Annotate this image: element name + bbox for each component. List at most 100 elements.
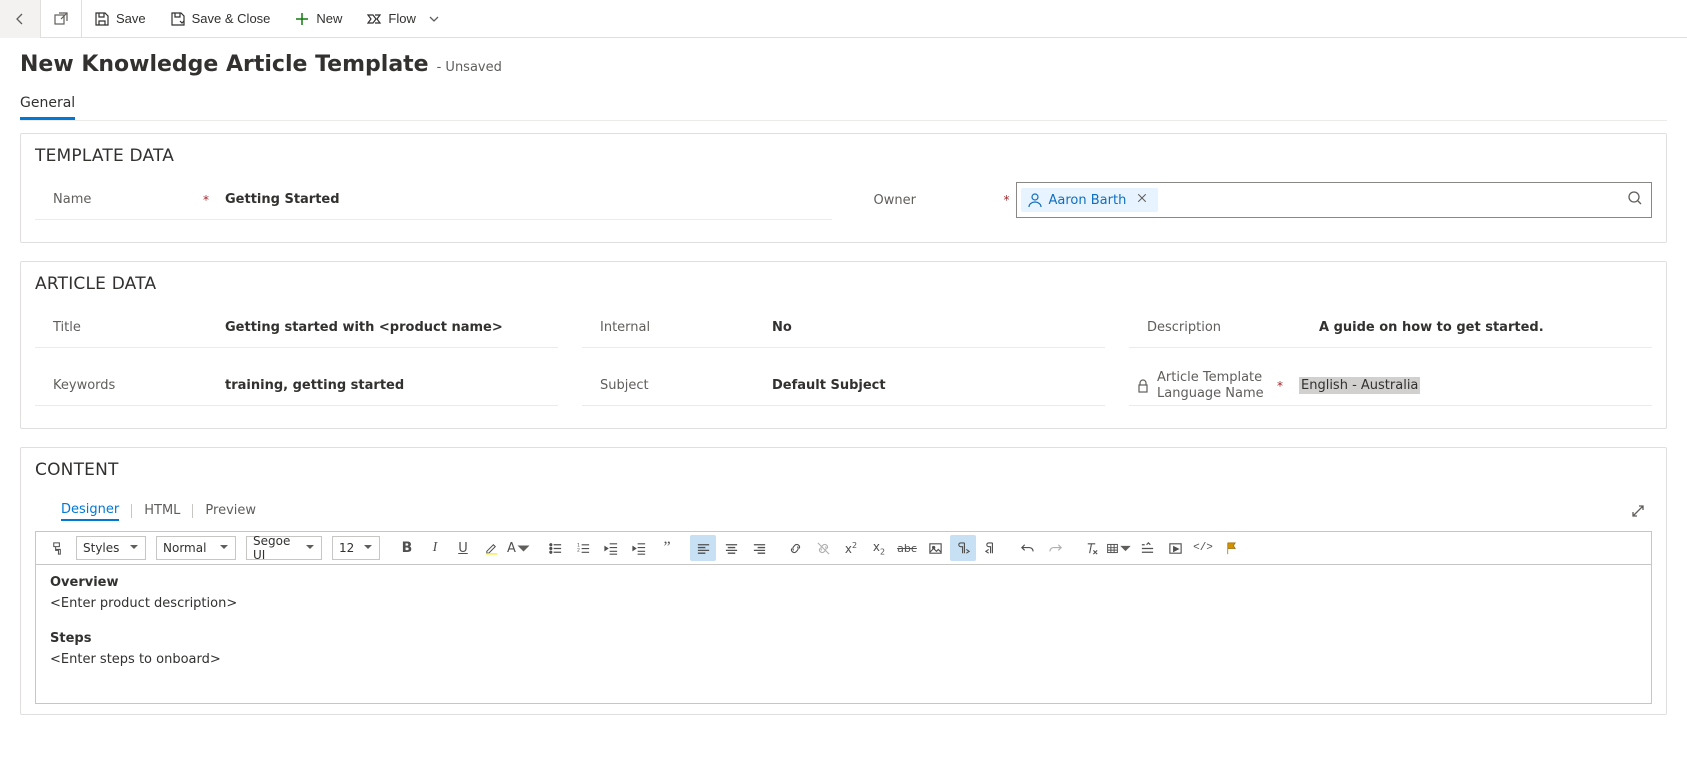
owner-chip[interactable]: Aaron Barth bbox=[1021, 188, 1159, 212]
font-color-button[interactable]: A bbox=[506, 535, 532, 561]
bullet-list-button[interactable] bbox=[542, 535, 568, 561]
save-button[interactable]: Save bbox=[82, 0, 158, 38]
section-article-data: ARTICLE DATA Title Getting started with … bbox=[20, 261, 1667, 429]
remove-owner-button[interactable] bbox=[1132, 192, 1152, 208]
owner-lookup-input[interactable]: Aaron Barth bbox=[1016, 182, 1653, 218]
tab-general[interactable]: General bbox=[20, 87, 75, 120]
field-value[interactable]: Getting Started bbox=[215, 192, 832, 207]
person-icon bbox=[1027, 192, 1043, 208]
owner-chip-label: Aaron Barth bbox=[1049, 193, 1127, 208]
page-header: New Knowledge Article Template - Unsaved… bbox=[0, 38, 1687, 121]
save-close-label: Save & Close bbox=[192, 11, 271, 26]
italic-button[interactable]: I bbox=[422, 535, 448, 561]
superscript-button[interactable]: x2 bbox=[838, 535, 864, 561]
flag-button[interactable] bbox=[1218, 535, 1244, 561]
media-button[interactable] bbox=[1162, 535, 1188, 561]
subtab-html[interactable]: HTML bbox=[144, 501, 180, 520]
subtab-preview[interactable]: Preview bbox=[205, 501, 256, 520]
font-size-select[interactable]: 12 bbox=[332, 536, 380, 560]
lookup-search-button[interactable] bbox=[1627, 190, 1643, 210]
chevron-down-icon bbox=[426, 11, 442, 27]
section-title: CONTENT bbox=[35, 460, 1652, 480]
flow-button[interactable]: Flow bbox=[354, 0, 453, 38]
font-family-select[interactable]: Segoe UI bbox=[246, 536, 322, 560]
svg-text:2: 2 bbox=[576, 547, 579, 553]
subscript-button[interactable]: x2 bbox=[866, 535, 892, 561]
field-internal[interactable]: Internal No bbox=[582, 308, 1105, 348]
field-label: Article Template Language Name bbox=[1157, 370, 1271, 401]
link-button[interactable] bbox=[782, 535, 808, 561]
align-left-button[interactable] bbox=[690, 535, 716, 561]
expand-button[interactable] bbox=[1624, 497, 1652, 529]
embed-button[interactable] bbox=[1134, 535, 1160, 561]
save-label: Save bbox=[116, 11, 146, 26]
blockquote-button[interactable]: ” bbox=[654, 535, 680, 561]
popout-button[interactable] bbox=[41, 0, 81, 38]
new-button[interactable]: New bbox=[282, 0, 354, 38]
field-language: Article Template Language Name * English… bbox=[1129, 366, 1652, 406]
subtab-designer[interactable]: Designer bbox=[61, 500, 119, 521]
separator bbox=[131, 504, 132, 518]
source-button[interactable]: </> bbox=[1190, 535, 1216, 561]
field-value[interactable]: Getting started with <product name> bbox=[215, 320, 558, 335]
field-label: Name bbox=[53, 192, 91, 207]
flow-icon bbox=[366, 11, 382, 27]
field-label: Internal bbox=[600, 320, 650, 335]
align-center-button[interactable] bbox=[718, 535, 744, 561]
field-value[interactable]: Default Subject bbox=[762, 378, 1105, 393]
field-title[interactable]: Title Getting started with <product name… bbox=[35, 308, 558, 348]
main-content: TEMPLATE DATA Name * Getting Started Own… bbox=[0, 121, 1687, 763]
bold-button[interactable]: B bbox=[394, 535, 420, 561]
field-value[interactable]: No bbox=[762, 320, 1105, 335]
undo-button[interactable] bbox=[1014, 535, 1040, 561]
richtext-editor[interactable]: Overview <Enter product description> Ste… bbox=[35, 565, 1652, 704]
image-button[interactable] bbox=[922, 535, 948, 561]
field-label: Keywords bbox=[53, 378, 115, 393]
field-keywords[interactable]: Keywords training, getting started bbox=[35, 366, 558, 406]
save-close-button[interactable]: Save & Close bbox=[158, 0, 283, 38]
editor-heading[interactable]: Overview bbox=[50, 575, 1637, 590]
field-name[interactable]: Name * Getting Started bbox=[35, 180, 832, 220]
section-title: TEMPLATE DATA bbox=[35, 146, 1652, 166]
highlight-button[interactable] bbox=[478, 535, 504, 561]
field-description[interactable]: Description A guide on how to get starte… bbox=[1129, 308, 1652, 348]
command-bar: Save Save & Close New Flow bbox=[0, 0, 1687, 38]
align-right-button[interactable] bbox=[746, 535, 772, 561]
field-value[interactable]: training, getting started bbox=[215, 378, 558, 393]
paragraph-format-select[interactable]: Normal bbox=[156, 536, 236, 560]
field-value[interactable]: A guide on how to get started. bbox=[1309, 320, 1652, 335]
editor-heading[interactable]: Steps bbox=[50, 631, 1637, 646]
back-button[interactable] bbox=[0, 0, 40, 38]
outdent-button[interactable] bbox=[598, 535, 624, 561]
editor-paragraph[interactable]: <Enter product description> bbox=[50, 596, 1637, 611]
section-title: ARTICLE DATA bbox=[35, 274, 1652, 294]
clear-formatting-button[interactable] bbox=[1078, 535, 1104, 561]
plus-icon bbox=[294, 11, 310, 27]
save-icon bbox=[94, 11, 110, 27]
required-indicator: * bbox=[203, 193, 209, 207]
indent-button[interactable] bbox=[626, 535, 652, 561]
underline-button[interactable]: U bbox=[450, 535, 476, 561]
rtl-button[interactable] bbox=[978, 535, 1004, 561]
field-subject[interactable]: Subject Default Subject bbox=[582, 366, 1105, 406]
styles-select[interactable]: Styles bbox=[76, 536, 146, 560]
field-label: Title bbox=[53, 320, 81, 335]
popout-icon bbox=[53, 11, 69, 27]
separator bbox=[192, 504, 193, 518]
field-owner: Owner * Aaron Barth bbox=[856, 180, 1653, 220]
unlink-button[interactable] bbox=[810, 535, 836, 561]
editor-subtabs: Designer HTML Preview bbox=[61, 500, 256, 521]
numbered-list-button[interactable]: 12 bbox=[570, 535, 596, 561]
required-indicator: * bbox=[1004, 193, 1010, 207]
field-value: English - Australia bbox=[1289, 378, 1652, 393]
redo-button[interactable] bbox=[1042, 535, 1068, 561]
field-label: Owner bbox=[874, 193, 916, 208]
new-label: New bbox=[316, 11, 342, 26]
save-close-icon bbox=[170, 11, 186, 27]
ltr-button[interactable] bbox=[950, 535, 976, 561]
strikethrough-button[interactable]: abc bbox=[894, 535, 920, 561]
table-button[interactable] bbox=[1106, 535, 1132, 561]
page-title: New Knowledge Article Template bbox=[20, 52, 429, 77]
format-painter-button[interactable] bbox=[44, 535, 70, 561]
editor-paragraph[interactable]: <Enter steps to onboard> bbox=[50, 652, 1637, 667]
